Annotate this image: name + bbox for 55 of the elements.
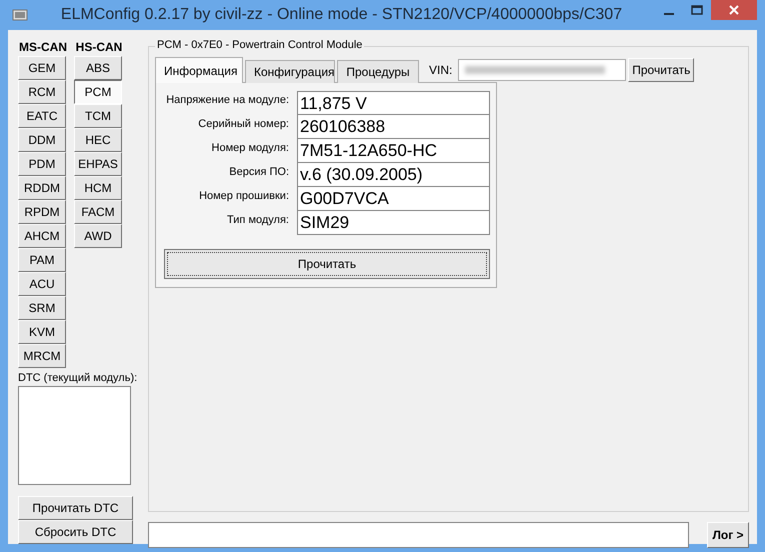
log-button[interactable]: Лог > [707, 522, 749, 548]
field-label: Номер прошивки: [198, 189, 289, 204]
module-button[interactable]: MRCM [18, 344, 66, 368]
vin-label: VIN: [429, 63, 452, 77]
app-icon [12, 7, 28, 23]
dtc-list[interactable] [18, 386, 131, 485]
module-button[interactable]: RCM [18, 80, 66, 104]
field-label: Тип модуля: [226, 213, 289, 228]
dtc-button[interactable]: Прочитать DTC [18, 496, 133, 520]
tab[interactable]: Процедуры [337, 60, 419, 83]
module-button[interactable]: GEM [18, 56, 66, 80]
tab[interactable]: Конфигурация [245, 60, 335, 83]
module-button[interactable]: RPDM [18, 200, 66, 224]
module-button[interactable]: PDM [18, 152, 66, 176]
module-button[interactable]: PAM [18, 248, 66, 272]
tab[interactable]: Информация [155, 57, 243, 83]
value-field: 7M51-12A650-HC [297, 139, 490, 163]
group-title: PCM - 0x7E0 - Powertrain Control Module [155, 39, 364, 51]
value-field: 260106388 [297, 115, 490, 139]
close-button[interactable] [711, 0, 757, 20]
dtc-label: DTC (текущий модуль): [18, 372, 138, 384]
bus-label: MS-CAN [18, 40, 68, 54]
minimize-icon [664, 13, 674, 15]
module-button[interactable]: HCM [74, 176, 122, 200]
module-button[interactable]: TCM [74, 104, 122, 128]
log-field[interactable] [148, 522, 689, 548]
module-button[interactable]: AWD [74, 224, 122, 248]
module-button[interactable]: EATC [18, 104, 66, 128]
read-button[interactable]: Прочитать [164, 249, 490, 279]
module-button[interactable]: KVM [18, 320, 66, 344]
module-button[interactable]: EHPAS [74, 152, 122, 176]
window-title: ELMConfig 0.2.17 by civil-zz - Online mode - STN2120/VCP/4000000bps/C307 [60, 6, 624, 24]
field-label: Номер модуля: [210, 141, 289, 156]
module-button[interactable]: DDM [18, 128, 66, 152]
module-button[interactable]: FACM [74, 200, 122, 224]
value-field: SIM29 [297, 211, 490, 235]
close-icon [729, 5, 739, 15]
read-vin-button[interactable]: Прочитать [628, 58, 694, 82]
module-button[interactable]: SRM [18, 296, 66, 320]
value-field: 11,875 V [297, 91, 490, 115]
value-field: v.6 (30.09.2005) [297, 163, 490, 187]
field-label: Версия ПО: [228, 165, 289, 180]
value-field: G00D7VCA [297, 187, 490, 211]
module-button[interactable]: HEC [74, 128, 122, 152]
module-button[interactable]: PCM [74, 80, 122, 104]
module-button[interactable]: ABS [74, 56, 122, 80]
bus-label: HS-CAN [74, 40, 124, 54]
vin-field[interactable] [458, 59, 626, 81]
module-button[interactable]: AHCM [18, 224, 66, 248]
module-button[interactable]: RDDM [18, 176, 66, 200]
field-label: Напряжение на модуле: [165, 93, 289, 108]
module-button[interactable]: ACU [18, 272, 66, 296]
dtc-button[interactable]: Сбросить DTC [18, 520, 133, 544]
field-label: Серийный номер: [197, 117, 289, 132]
maximize-icon [691, 5, 703, 15]
